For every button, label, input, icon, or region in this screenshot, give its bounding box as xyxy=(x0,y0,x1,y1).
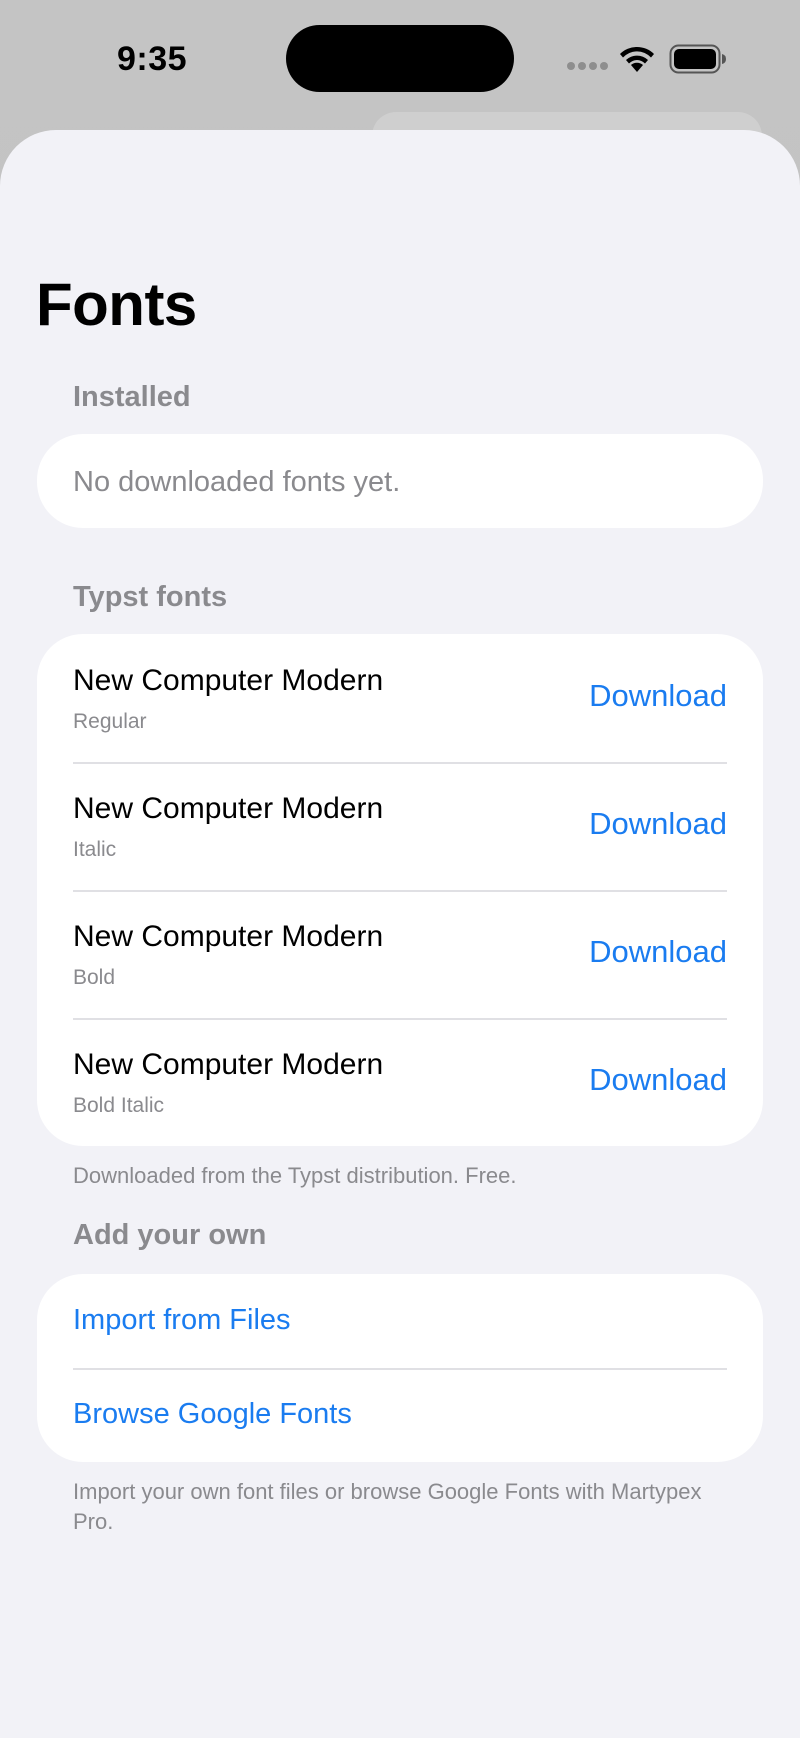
font-name: New Computer Modern xyxy=(73,1048,384,1081)
dynamic-island xyxy=(286,25,514,92)
download-button[interactable]: Download xyxy=(589,806,727,842)
browse-row[interactable]: Browse Google Fonts xyxy=(37,1368,763,1462)
download-button[interactable]: Download xyxy=(589,678,727,714)
font-row: New Computer Modern Bold Italic Download xyxy=(37,1018,763,1146)
import-from-files-button[interactable]: Import from Files xyxy=(73,1304,291,1337)
font-style: Italic xyxy=(73,838,117,861)
typst-fonts-card: New Computer Modern Regular Download New… xyxy=(37,634,763,1146)
font-row: New Computer Modern Regular Download xyxy=(37,634,763,762)
browse-google-fonts-button[interactable]: Browse Google Fonts xyxy=(73,1398,352,1431)
section-header-typst-fonts: Typst fonts xyxy=(73,581,228,613)
cellular-signal-icon xyxy=(567,62,608,70)
add-your-own-footer: Import your own font files or browse Goo… xyxy=(73,1479,702,1534)
font-style: Bold xyxy=(73,966,116,989)
import-row[interactable]: Import from Files xyxy=(37,1274,763,1368)
screen: 9:35 Fonts Installed No downloaded fonts… xyxy=(0,0,800,1738)
font-name: New Computer Modern xyxy=(73,792,384,825)
page-title: Fonts xyxy=(36,271,197,338)
add-your-own-card: Import from Files Browse Google Fonts xyxy=(37,1274,763,1462)
installed-empty-text: No downloaded fonts yet. xyxy=(73,466,401,498)
section-header-add-your-own: Add your own xyxy=(73,1219,267,1251)
font-style: Bold Italic xyxy=(73,1094,165,1117)
font-row: New Computer Modern Italic Download xyxy=(37,762,763,890)
font-row: New Computer Modern Bold Download xyxy=(37,890,763,1018)
wifi-icon xyxy=(620,46,654,72)
installed-card: No downloaded fonts yet. xyxy=(37,434,763,528)
battery-icon xyxy=(669,44,726,74)
typst-fonts-footer: Downloaded from the Typst distribution. … xyxy=(73,1163,517,1188)
font-style: Regular xyxy=(73,710,147,733)
download-button[interactable]: Download xyxy=(589,934,727,970)
font-name: New Computer Modern xyxy=(73,664,384,697)
section-header-installed: Installed xyxy=(73,381,191,413)
download-button[interactable]: Download xyxy=(589,1062,727,1098)
status-time: 9:35 xyxy=(117,40,188,78)
font-name: New Computer Modern xyxy=(73,920,384,953)
